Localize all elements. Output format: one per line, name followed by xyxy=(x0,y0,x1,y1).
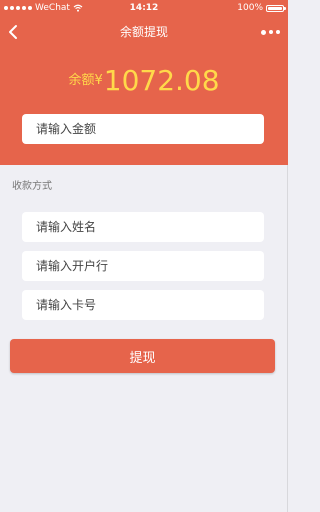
divider xyxy=(287,165,288,512)
amount-input[interactable] xyxy=(22,114,264,144)
balance-label: 余额 xyxy=(68,73,95,88)
currency-symbol: ¥ xyxy=(94,73,103,88)
name-input[interactable] xyxy=(22,212,264,242)
card-number-input[interactable] xyxy=(22,290,264,320)
page-title: 余额提现 xyxy=(119,25,168,39)
battery-icon xyxy=(266,4,286,12)
balance-display: 余额¥1072.08 xyxy=(0,64,288,97)
withdraw-button[interactable]: 提现 xyxy=(10,339,275,373)
bank-input[interactable] xyxy=(22,251,264,281)
payment-method-label: 收款方式 xyxy=(12,181,52,192)
battery-group: 100% xyxy=(237,0,286,16)
nav-bar: 余额提现 xyxy=(0,16,288,48)
battery-label: 100% xyxy=(237,3,263,13)
more-icon[interactable] xyxy=(261,26,280,38)
header-panel: WeChat 14:12 100% 余额提现 余额¥1072.08 xyxy=(0,0,288,165)
status-bar: WeChat 14:12 100% xyxy=(0,0,288,16)
balance-amount: 1072.08 xyxy=(103,64,220,97)
